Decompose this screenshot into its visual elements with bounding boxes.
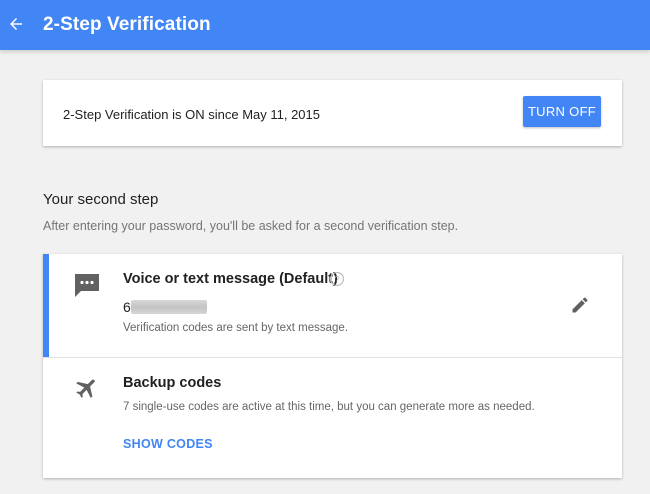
default-method-indicator [43,254,49,357]
turn-off-button[interactable]: TURN OFF [523,96,601,127]
pencil-icon [572,297,588,313]
message-icon [73,272,101,298]
page-title: 2-Step Verification [43,14,211,35]
status-text: 2-Step Verification is ON since May 11, … [63,107,320,122]
arrow-back-icon [10,18,22,30]
status-card: 2-Step Verification is ON since May 11, … [43,80,622,146]
help-circle-icon[interactable]: ? [329,271,345,287]
section-description: After entering your password, you'll be … [43,219,459,233]
backup-codes-description: 7 single-use codes are active at this ti… [123,401,535,413]
phone-number-redacted [131,300,207,314]
voice-method-description: Verification codes are sent by text mess… [123,322,349,334]
voice-method-title: Voice or text message (Default) [123,271,338,287]
divider [43,357,622,358]
back-button[interactable] [4,12,28,36]
backup-codes-title: Backup codes [123,375,222,391]
edit-phone-button[interactable] [569,294,591,316]
airplane-icon [73,374,101,402]
section-heading: Your second step [43,191,159,208]
top-app-bar: 2-Step Verification [0,0,650,50]
methods-card: Voice or text message (Default) ? 6 Veri… [43,254,622,478]
show-codes-link[interactable]: SHOW CODES [123,437,213,451]
svg-text:?: ? [334,275,339,286]
phone-number-prefix: 6 [123,299,131,315]
